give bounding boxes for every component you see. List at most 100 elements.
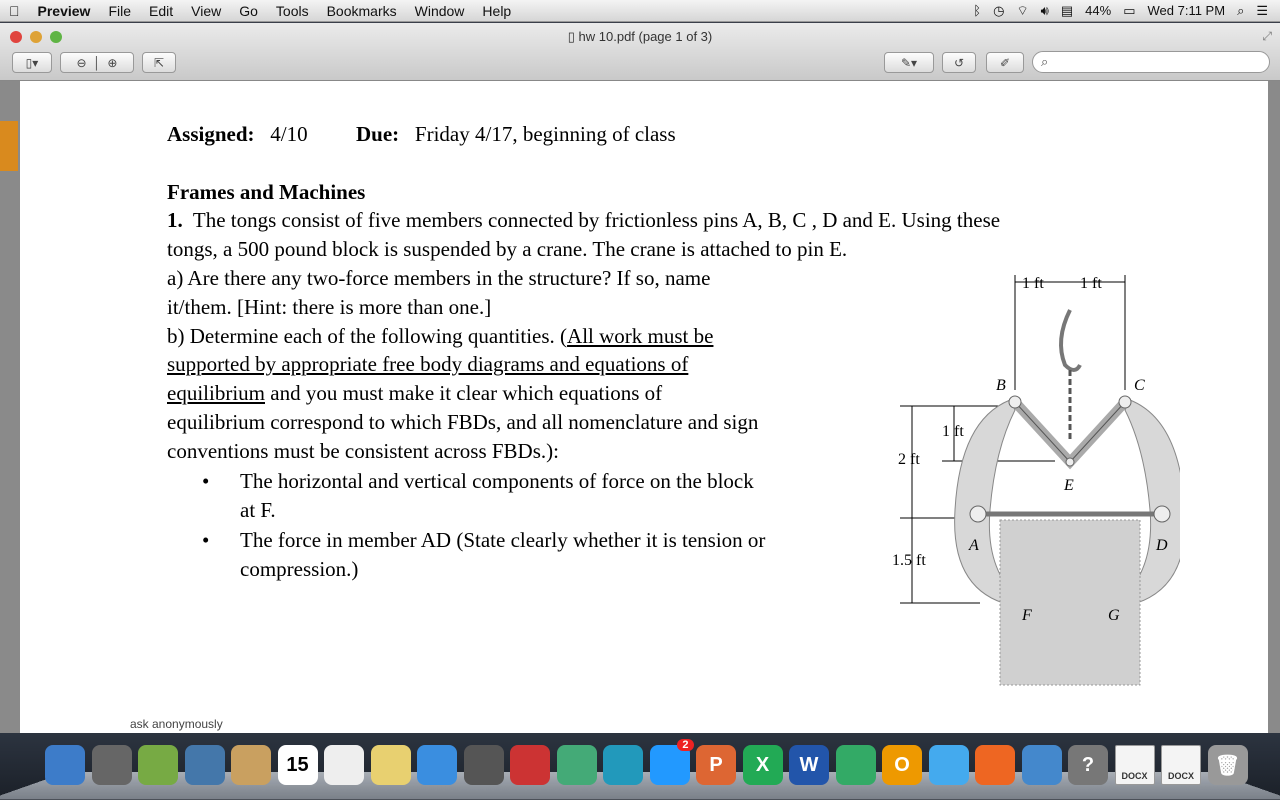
document-area[interactable]: Assigned: 4/10 Due: Friday 4/17, beginni…	[0, 81, 1280, 733]
dock-finder-icon[interactable]	[45, 745, 85, 785]
dock-contacts-icon[interactable]	[231, 745, 271, 785]
dock-mail-icon[interactable]	[184, 745, 225, 785]
bullet-1-line2: at F.	[240, 498, 276, 522]
dock-iphoto-icon[interactable]	[556, 745, 597, 785]
dock-safari-icon[interactable]	[928, 745, 969, 785]
question-b-line5: conventions must be consistent across FB…	[167, 439, 559, 463]
annotate-button[interactable]: ✎▾	[884, 52, 934, 73]
assigned-label: Assigned:	[167, 122, 255, 146]
label-a: A	[968, 537, 979, 554]
apple-icon[interactable]: 	[0, 3, 29, 19]
dim-1ft-right: 1 ft	[1080, 275, 1102, 292]
dock-calendar-icon[interactable]: 15	[277, 745, 318, 785]
pdf-file-icon: ▯	[567, 29, 579, 44]
label-d: D	[1155, 537, 1168, 554]
dim-1ft-left: 1 ft	[1022, 275, 1044, 292]
dim-2ft: 2 ft	[898, 451, 920, 468]
dock-firefox-icon[interactable]	[975, 745, 1015, 785]
share-button[interactable]: ⇱	[142, 52, 176, 73]
dock-docx-icon[interactable]: DOCX	[1161, 745, 1201, 785]
bullet-icon: •	[202, 528, 210, 552]
notification-center-icon[interactable]: ☰	[1256, 3, 1268, 19]
menu-bar:  Preview File Edit View Go Tools Bookma…	[0, 0, 1280, 22]
badge: 2	[677, 739, 694, 751]
dock-trash-icon[interactable]: 🗑︎	[1207, 745, 1248, 785]
problem-number: 1.	[167, 208, 183, 232]
dim-1ft-vertical: 1 ft	[942, 423, 964, 440]
dock-reminders-icon[interactable]	[324, 745, 364, 785]
menu-app[interactable]: Preview	[29, 3, 100, 19]
dock-file-label: DOCX	[1167, 771, 1194, 781]
question-b-line1: b) Determine each of the following quant…	[167, 324, 568, 348]
battery-percent[interactable]: 44%	[1085, 3, 1111, 18]
menu-go[interactable]: Go	[230, 3, 267, 19]
window-title-text: hw 10.pdf (page 1 of 3)	[578, 29, 713, 44]
zoom-in-icon[interactable]: ⊕	[107, 56, 117, 70]
dock-file-label: DOCX	[1121, 771, 1148, 781]
sidebar-view-button[interactable]: ▯▾	[12, 52, 52, 73]
pdf-page[interactable]: Assigned: 4/10 Due: Friday 4/17, beginni…	[20, 81, 1268, 733]
question-a-line2: it/them. [Hint: there is more than one.]	[167, 295, 492, 319]
battery-icon[interactable]: ▭	[1123, 3, 1135, 19]
label-e: E	[1063, 477, 1074, 494]
dim-1-5ft: 1.5 ft	[892, 552, 926, 569]
zoom-out-icon[interactable]: ⊖	[77, 56, 87, 70]
due-value: Friday 4/17, beginning of class	[414, 122, 676, 146]
spotlight-icon[interactable]: ⌕	[1237, 3, 1244, 19]
dock-notes-icon[interactable]	[370, 745, 411, 785]
dock-itunes-icon[interactable]	[603, 745, 643, 785]
bluetooth-icon[interactable]: ᛒ	[973, 3, 981, 18]
menu-tools[interactable]: Tools	[267, 3, 318, 19]
dock-launchpad-icon[interactable]	[91, 745, 132, 785]
menu-file[interactable]: File	[99, 3, 140, 19]
label-b: B	[996, 377, 1006, 394]
menu-window[interactable]: Window	[406, 3, 474, 19]
dock-outlook-icon[interactable]: O	[882, 745, 922, 785]
dock-network-icon[interactable]	[835, 745, 876, 785]
menu-help[interactable]: Help	[473, 3, 520, 19]
menu-view[interactable]: View	[182, 3, 230, 19]
bullet-2-line1: The force in member AD (State clearly wh…	[240, 528, 766, 552]
dock-messages-icon[interactable]	[417, 745, 457, 785]
question-b-line4: equilibrium correspond to which FBDs, an…	[167, 410, 759, 434]
time-machine-icon[interactable]: ◷	[993, 3, 1004, 19]
window-title: ▯ hw 10.pdf (page 1 of 3)	[0, 29, 1280, 45]
menu-bookmarks[interactable]: Bookmarks	[318, 3, 406, 19]
clock[interactable]: Wed 7:11 PM	[1148, 3, 1226, 18]
wifi-icon[interactable]: ⌔	[1016, 3, 1028, 19]
dock-photo-icon[interactable]	[510, 745, 550, 785]
search-icon: ⌕	[1041, 54, 1049, 69]
search-input[interactable]: ⌕	[1032, 51, 1270, 73]
window-titlebar: ▯ hw 10.pdf (page 1 of 3) ⤢ ▯▾ ⊖ │ ⊕ ⇱ ✎…	[0, 23, 1280, 81]
question-a-line1: a) Are there any two-force members in th…	[167, 266, 711, 290]
section-heading: Frames and Machines	[167, 180, 366, 204]
dock-app-store-icon[interactable]: 2	[649, 739, 694, 785]
question-b-line2: supported by appropriate free body diagr…	[167, 352, 689, 376]
menu-edit[interactable]: Edit	[140, 3, 182, 19]
dock-excel-icon[interactable]: X	[742, 745, 783, 785]
question-b-underlined: All work must be	[567, 324, 714, 348]
bullet-1-line1: The horizontal and vertical components o…	[240, 469, 754, 493]
rotate-button[interactable]: ↺	[942, 52, 976, 73]
question-b-line3a: equilibrium	[167, 381, 265, 405]
edit-toolbar-button[interactable]: ✐	[986, 52, 1024, 73]
label-f: F	[1021, 607, 1032, 624]
dock-docx-icon[interactable]: DOCX	[1114, 745, 1155, 785]
dock-help-icon[interactable]: ?	[1068, 745, 1108, 785]
background-text: ask anonymously	[128, 717, 225, 731]
dock-photo-booth-icon[interactable]	[138, 745, 178, 785]
dock-facetime-icon[interactable]	[463, 745, 504, 785]
dock: 15 2 P X W O? DOCX DOCX 🗑︎	[0, 733, 1280, 800]
fullscreen-icon[interactable]: ⤢	[1262, 29, 1272, 44]
bullet-2-line2: compression.)	[240, 557, 359, 581]
dock-word-icon[interactable]: W	[789, 745, 829, 785]
problem-text: The tongs consist of five members connec…	[192, 208, 1001, 232]
dock-preview-icon[interactable]	[1021, 745, 1062, 785]
due-label: Due:	[356, 122, 400, 146]
assigned-value: 4/10	[270, 122, 308, 146]
label-c: C	[1134, 377, 1145, 394]
flag-icon[interactable]: ▤	[1061, 3, 1073, 19]
dock-powerpoint-icon[interactable]: P	[696, 745, 736, 785]
question-b-line3b: and you must make it clear which equatio…	[265, 381, 663, 405]
volume-icon[interactable]: 🔊︎	[1041, 3, 1049, 19]
